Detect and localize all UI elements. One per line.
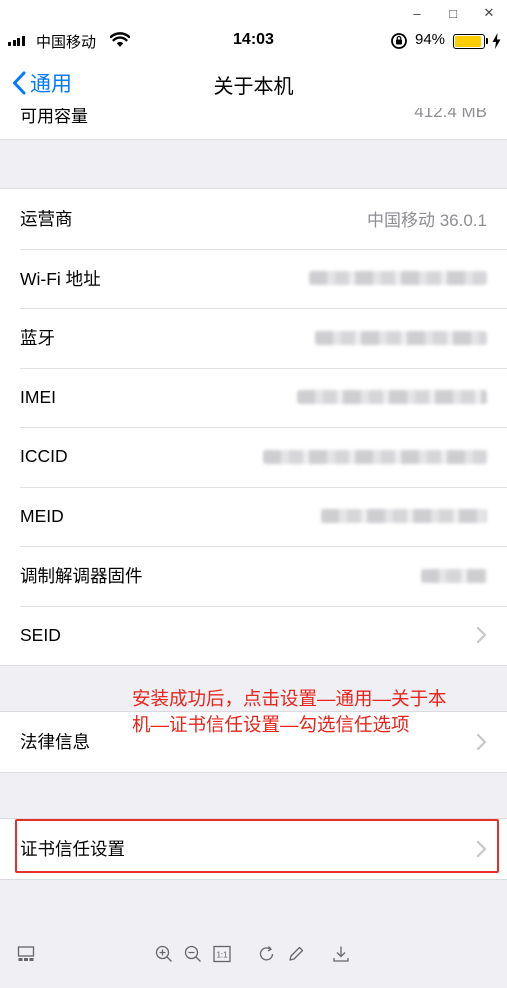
- edit-icon[interactable]: [287, 945, 305, 963]
- info-label: ICCID: [20, 446, 68, 467]
- battery-tip: [486, 38, 488, 44]
- zoom-in-icon[interactable]: [155, 945, 173, 963]
- maximize-button[interactable]: □: [435, 0, 471, 26]
- info-row-iccid: ICCID: [0, 427, 507, 487]
- cert-group: 证书信任设置: [0, 818, 507, 880]
- thumbnail-icon[interactable]: [17, 945, 35, 963]
- charging-icon: [492, 33, 501, 49]
- info-row-modem-firmware: 调制解调器固件: [0, 546, 507, 606]
- capacity-value: 412.4 MB: [414, 108, 487, 121]
- cert-trust-label: 证书信任设置: [20, 839, 125, 860]
- redacted-value: [309, 271, 487, 286]
- status-bar: 中国移动 14:03 94%: [0, 26, 507, 56]
- viewer-toolbar: 1:1: [0, 927, 507, 988]
- info-row-carrier: 运营商 中国移动 36.0.1: [0, 189, 507, 249]
- info-row-seid[interactable]: SEID: [0, 605, 507, 666]
- info-value: 中国移动 36.0.1: [367, 211, 487, 231]
- info-row-imei: IMEI: [0, 367, 507, 428]
- info-label: 运营商: [20, 209, 73, 230]
- redacted-value: [321, 509, 487, 524]
- chevron-right-icon: [476, 840, 487, 857]
- info-label: MEID: [20, 505, 64, 526]
- info-label: Wi-Fi 地址: [20, 268, 101, 289]
- window-titlebar: – □ ✕: [0, 0, 507, 26]
- chevron-right-icon: [476, 627, 487, 644]
- page-title: 关于本机: [213, 76, 294, 98]
- rotate-icon[interactable]: [258, 945, 276, 963]
- close-button[interactable]: ✕: [471, 0, 507, 26]
- minimize-button[interactable]: –: [399, 0, 435, 26]
- instruction-annotation: 安装成功后，点击设置—通用—关于本机—证书信任设置—勾选信任选项: [132, 688, 447, 735]
- orientation-lock-icon: [391, 33, 407, 49]
- redacted-value: [263, 449, 487, 464]
- info-row-bluetooth: 蓝牙: [0, 308, 507, 368]
- device-info-group: 运营商 中国移动 36.0.1 Wi-Fi 地址 蓝牙 IMEI ICCID M…: [0, 188, 507, 666]
- info-label: IMEI: [20, 386, 56, 407]
- battery-icon: [453, 34, 485, 49]
- info-row-meid: MEID: [0, 486, 507, 547]
- download-icon[interactable]: [332, 945, 350, 963]
- capacity-row: 可用容量 412.4 MB: [0, 108, 507, 140]
- redacted-value: [297, 390, 487, 405]
- info-row-wifi: Wi-Fi 地址: [0, 248, 507, 309]
- navigation-bar: 通用 关于本机: [0, 56, 507, 108]
- cert-trust-settings-row[interactable]: 证书信任设置: [0, 819, 507, 879]
- actual-size-label: 1:1: [216, 951, 228, 960]
- zoom-out-icon[interactable]: [184, 945, 202, 963]
- redacted-value: [421, 568, 487, 583]
- info-label: SEID: [20, 624, 61, 645]
- actual-size-icon[interactable]: 1:1: [213, 945, 231, 963]
- info-label: 调制解调器固件: [20, 566, 143, 587]
- legal-info-label: 法律信息: [20, 732, 90, 753]
- chevron-right-icon: [476, 733, 487, 750]
- redacted-value: [315, 330, 487, 345]
- capacity-label: 可用容量: [20, 108, 88, 126]
- battery-percent: 94%: [415, 31, 446, 48]
- info-label: 蓝牙: [20, 328, 55, 349]
